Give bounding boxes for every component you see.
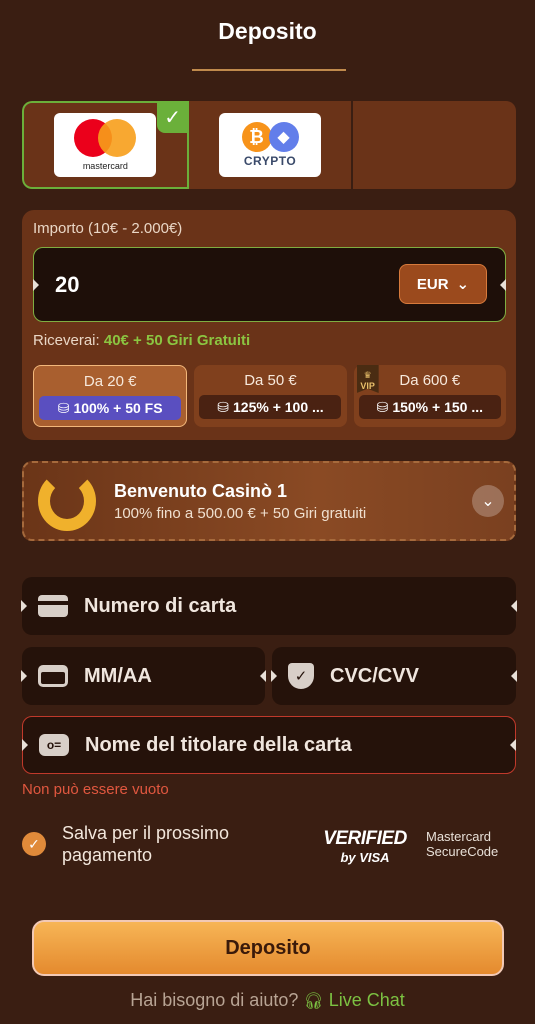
payment-methods: mastercard ✓ ₿ ◆ CRYPTO <box>22 101 516 189</box>
live-chat-link[interactable]: Live Chat <box>329 990 405 1010</box>
notch-left-icon <box>21 670 27 682</box>
gift-icon: ⛁ <box>217 398 229 415</box>
cvc-placeholder: CVC/CVV <box>330 664 419 687</box>
headset-icon: 🎧︎ <box>303 993 324 1010</box>
currency-select[interactable]: EUR ⌄ <box>399 264 487 304</box>
verified-text: VERIFIED <box>323 828 407 849</box>
bonus-reward-text: 150% + 150 ... <box>392 399 484 415</box>
mastercard-circles-icon <box>74 119 137 157</box>
help-question: Hai bisogno di aiuto? <box>130 990 299 1010</box>
notch-left-icon <box>33 278 39 291</box>
bonus-reward: ⛁ 125% + 100 ... <box>199 395 342 419</box>
card-number-field[interactable]: Numero di carta <box>21 577 517 635</box>
notch-left-icon <box>21 600 27 612</box>
mc-secure-line1: Mastercard <box>426 829 492 844</box>
help-row: Hai bisogno di aiuto? 🎧︎ Live Chat <box>0 990 535 1011</box>
shield-check-icon: ✓ <box>288 663 314 689</box>
currency-label: EUR <box>416 275 449 293</box>
gift-icon: ⛁ <box>57 399 70 416</box>
bonus-reward: ⛁ 100% + 50 FS <box>39 396 182 420</box>
mastercard-logo: mastercard <box>54 113 157 177</box>
notch-right-icon <box>500 278 506 291</box>
bonus-reward-text: 125% + 100 ... <box>233 399 324 415</box>
vip-label: VIP <box>360 381 375 391</box>
bonus-option-3[interactable]: ♛ VIP Da 600 € ⛁ 150% + 150 ... <box>353 365 506 427</box>
verified-by-visa-logo: VERIFIED by VISA <box>322 828 408 865</box>
error-message: Non può essere vuoto <box>22 781 169 798</box>
method-crypto[interactable]: ₿ ◆ CRYPTO <box>189 101 354 189</box>
mastercard-securecode-logo: Mastercard SecureCode <box>426 829 498 859</box>
bitcoin-icon: ₿ <box>241 122 272 152</box>
card-holder-field[interactable]: o= Nome del titolare della carta <box>22 716 516 774</box>
bonus-title: Da 50 € <box>244 372 297 389</box>
bonus-reward: ⛁ 150% + 150 ... <box>358 395 501 419</box>
save-checkbox[interactable]: ✓ <box>22 832 46 856</box>
horseshoe-icon <box>38 471 96 531</box>
card-holder-placeholder: Nome del titolare della carta <box>85 733 352 756</box>
bonus-options: Da 20 € ⛁ 100% + 50 FS Da 50 € ⛁ 125% + … <box>33 365 506 427</box>
crypto-logo: ₿ ◆ CRYPTO <box>219 113 321 177</box>
notch-right-icon <box>260 670 266 682</box>
notch-right-icon <box>510 739 516 751</box>
welcome-title: Benvenuto Casinò 1 <box>114 481 288 501</box>
expiry-placeholder: MM/AA <box>84 664 152 687</box>
by-visa-text: by VISA <box>340 850 390 865</box>
chevron-down-icon: ⌄ <box>456 276 470 293</box>
cvc-field[interactable]: ✓ CVC/CVV <box>271 647 517 705</box>
credit-card-icon <box>38 595 68 617</box>
title-underline <box>192 69 346 71</box>
method-empty <box>353 101 516 189</box>
expiry-field[interactable]: MM/AA <box>21 647 266 705</box>
amount-section: Importo (10€ - 2.000€) 20 EUR ⌄ Ricevera… <box>22 210 516 440</box>
deposit-button[interactable]: Deposito <box>32 920 504 976</box>
selected-check-icon: ✓ <box>156 101 189 133</box>
welcome-subtitle: 100% fino a 500.00 € + 50 Giri gratuiti <box>114 505 367 522</box>
save-label: Salva per il prossimo pagamento <box>62 823 230 865</box>
amount-value: 20 <box>55 272 80 297</box>
ethereum-icon: ◆ <box>268 122 299 152</box>
page-title: Deposito <box>218 18 317 44</box>
bonus-option-2[interactable]: Da 50 € ⛁ 125% + 100 ... <box>194 365 347 427</box>
gift-icon: ⛁ <box>376 398 389 415</box>
bonus-option-1[interactable]: Da 20 € ⛁ 100% + 50 FS <box>33 365 188 427</box>
card-number-placeholder: Numero di carta <box>84 594 237 617</box>
notch-right-icon <box>511 670 517 682</box>
notch-right-icon <box>511 600 517 612</box>
id-card-icon: o= <box>39 734 69 756</box>
notch-left-icon <box>22 739 28 751</box>
welcome-bonus-banner[interactable]: Benvenuto Casinò 1 100% fino a 500.00 € … <box>22 461 516 541</box>
amount-input[interactable]: 20 EUR ⌄ <box>33 247 506 322</box>
notch-left-icon <box>271 670 277 682</box>
amount-label: Importo (10€ - 2.000€) <box>33 220 183 237</box>
crypto-text: CRYPTO <box>243 154 297 168</box>
receive-text: Riceverai: 40€ + 50 Giri Gratuiti <box>33 332 250 349</box>
calendar-icon <box>38 665 68 687</box>
method-mastercard[interactable]: mastercard ✓ <box>22 101 189 189</box>
bonus-reward-text: 100% + 50 FS <box>73 400 163 416</box>
bonus-title: Da 600 € <box>399 372 461 389</box>
mc-secure-line2: SecureCode <box>426 844 499 859</box>
mastercard-text: mastercard <box>82 161 128 171</box>
receive-value: 40€ + 50 Giri Gratuiti <box>103 332 251 349</box>
bonus-title: Da 20 € <box>83 373 137 390</box>
vip-badge: ♛ VIP <box>356 365 379 393</box>
receive-prefix: Riceverai: <box>33 332 100 349</box>
chevron-down-icon[interactable]: ⌄ <box>472 485 504 517</box>
crown-icon: ♛ <box>363 370 372 380</box>
